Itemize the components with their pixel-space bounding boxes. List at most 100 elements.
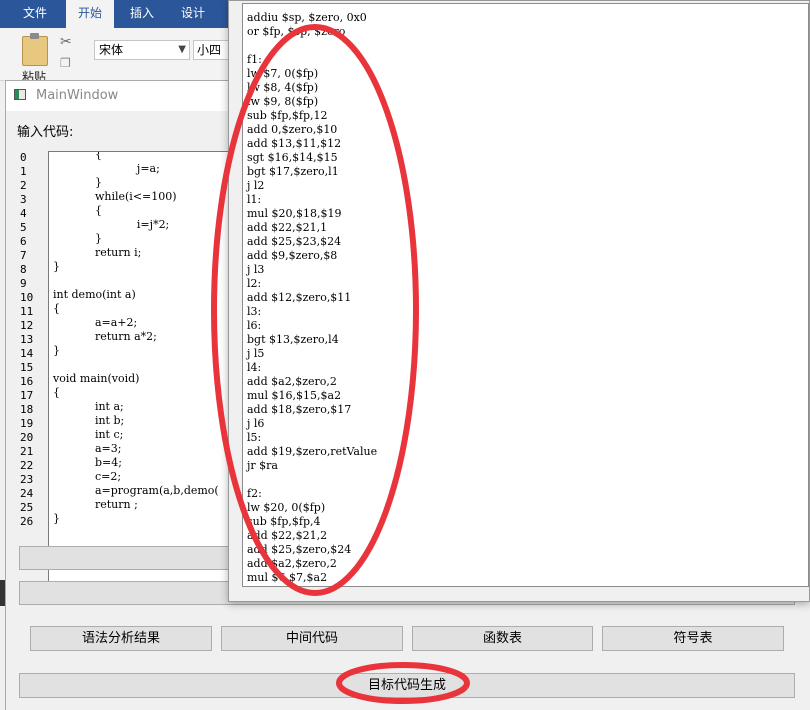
code-line: return a*2;	[53, 330, 157, 343]
line-number: 15	[20, 361, 34, 374]
assembly-line: j l3	[247, 263, 265, 276]
assembly-line: j l5	[247, 347, 265, 360]
assembly-line: add $18,$zero,$17	[247, 403, 352, 416]
code-line: int a;	[53, 400, 124, 413]
app-window-icon	[14, 89, 26, 100]
code-line: {	[53, 386, 60, 399]
code-input-area[interactable]: { j=a; } while(i<=100) { i=j*2; } return…	[48, 151, 240, 597]
code-line: a=program(a,b,demo(	[53, 484, 219, 497]
window-title: MainWindow	[36, 88, 119, 103]
code-line: int b;	[53, 414, 125, 427]
line-number: 22	[20, 459, 34, 472]
tab-file[interactable]: 文件	[23, 0, 47, 28]
assembly-line: add $22,$21,2	[247, 529, 328, 542]
line-number: 5	[20, 221, 27, 234]
assembly-line: add $22,$21,1	[247, 221, 328, 234]
line-number: 8	[20, 263, 27, 276]
assembly-line: l4:	[247, 361, 262, 374]
assembly-line: f1:	[247, 53, 262, 66]
assembly-line: l1:	[247, 193, 262, 206]
font-size-value: 小四	[197, 43, 222, 57]
target-code-window: addiu $sp, $zero, 0x0 or $fp, $sp, $zero f…	[228, 0, 810, 602]
line-number: 11	[20, 305, 34, 318]
tab-home[interactable]: 开始	[66, 0, 114, 28]
assembly-line: lw $7, 0($fp)	[247, 67, 319, 80]
function-table-button[interactable]: 函数表	[412, 626, 593, 651]
assembly-line: addiu $sp, $zero, 0x0	[247, 11, 367, 24]
tab-insert[interactable]: 插入	[130, 0, 154, 28]
assembly-line: j l6	[247, 417, 265, 430]
line-number: 13	[20, 333, 34, 346]
line-number: 19	[20, 417, 34, 430]
assembly-line: lw $20, 0($fp)	[247, 501, 326, 514]
copy-icon[interactable]: ❐	[60, 56, 71, 70]
assembly-line: mul $6,$7,$a2	[247, 571, 328, 584]
clipboard-icon[interactable]	[22, 33, 48, 66]
input-code-label: 输入代码:	[17, 125, 74, 140]
line-number: 9	[20, 277, 27, 290]
line-number: 4	[20, 207, 27, 220]
line-number: 21	[20, 445, 34, 458]
line-number: 26	[20, 515, 34, 528]
intermediate-code-button[interactable]: 中间代码	[221, 626, 403, 651]
assembly-line: lw $8, 4($fp)	[247, 81, 319, 94]
line-number: 25	[20, 501, 34, 514]
assembly-listing: addiu $sp, $zero, 0x0 or $fp, $sp, $zero f…	[243, 4, 808, 586]
line-number: 20	[20, 431, 34, 444]
line-number: 24	[20, 487, 34, 500]
font-name-select[interactable]: 宋体 ▼	[94, 40, 190, 60]
assembly-line: sub $fp,$fp,4	[247, 515, 321, 528]
code-line: {	[53, 204, 102, 217]
symbol-table-button[interactable]: 符号表	[602, 626, 784, 651]
line-number: 23	[20, 473, 34, 486]
scissors-icon[interactable]: ✂	[60, 34, 72, 50]
assembly-line: sgt $16,$14,$15	[247, 151, 338, 164]
code-line: return i;	[53, 246, 142, 259]
tab-design[interactable]: 设计	[181, 0, 205, 28]
line-number: 14	[20, 347, 34, 360]
assembly-line: add 0,$zero,$10	[247, 123, 338, 136]
assembly-line: add $19,$zero,retValue	[247, 445, 378, 458]
line-number: 10	[20, 291, 34, 304]
assembly-line: jr $ra	[247, 459, 278, 472]
code-line: j=a;	[53, 162, 160, 175]
code-line: a=3;	[53, 442, 122, 455]
code-line: while(i<=100)	[53, 190, 177, 203]
assembly-line: add $a2,$zero,2	[247, 557, 337, 570]
code-line: }	[53, 344, 60, 357]
code-line: b=4;	[53, 456, 122, 469]
syntax-result-button[interactable]: 语法分析结果	[30, 626, 212, 651]
code-line: }	[53, 232, 102, 245]
assembly-line: lw $9, 8($fp)	[247, 95, 319, 108]
font-size-select[interactable]: 小四	[193, 40, 233, 60]
assembly-line	[243, 473, 808, 487]
left-edge-strip	[0, 580, 5, 606]
font-name-value: 宋体	[99, 43, 124, 57]
assembly-line: sub $fp,$fp,12	[247, 109, 328, 122]
code-line: }	[53, 176, 102, 189]
assembly-line: l2:	[247, 277, 262, 290]
line-number: 17	[20, 389, 34, 402]
code-line: {	[53, 302, 60, 315]
code-line: a=a+2;	[53, 316, 138, 329]
assembly-line: l6:	[247, 319, 262, 332]
line-number: 6	[20, 235, 27, 248]
line-number: 3	[20, 193, 27, 206]
assembly-line: bgt $13,$zero,l4	[247, 333, 339, 346]
code-line: {	[53, 151, 102, 161]
assembly-line: j l2	[247, 179, 265, 192]
line-number: 16	[20, 375, 34, 388]
code-line: void main(void)	[53, 372, 140, 385]
target-code-output[interactable]: addiu $sp, $zero, 0x0 or $fp, $sp, $zero f…	[242, 3, 809, 587]
generate-target-code-button[interactable]: 目标代码生成	[19, 673, 795, 698]
code-line: }	[53, 512, 60, 525]
code-line: return ;	[53, 498, 138, 511]
assembly-line	[243, 39, 808, 53]
code-line: }	[53, 260, 60, 273]
assembly-line: or $fp, $sp, $zero	[247, 25, 346, 38]
line-number: 0	[20, 151, 27, 164]
chevron-down-icon: ▼	[178, 44, 186, 55]
assembly-line: l5:	[247, 431, 262, 444]
